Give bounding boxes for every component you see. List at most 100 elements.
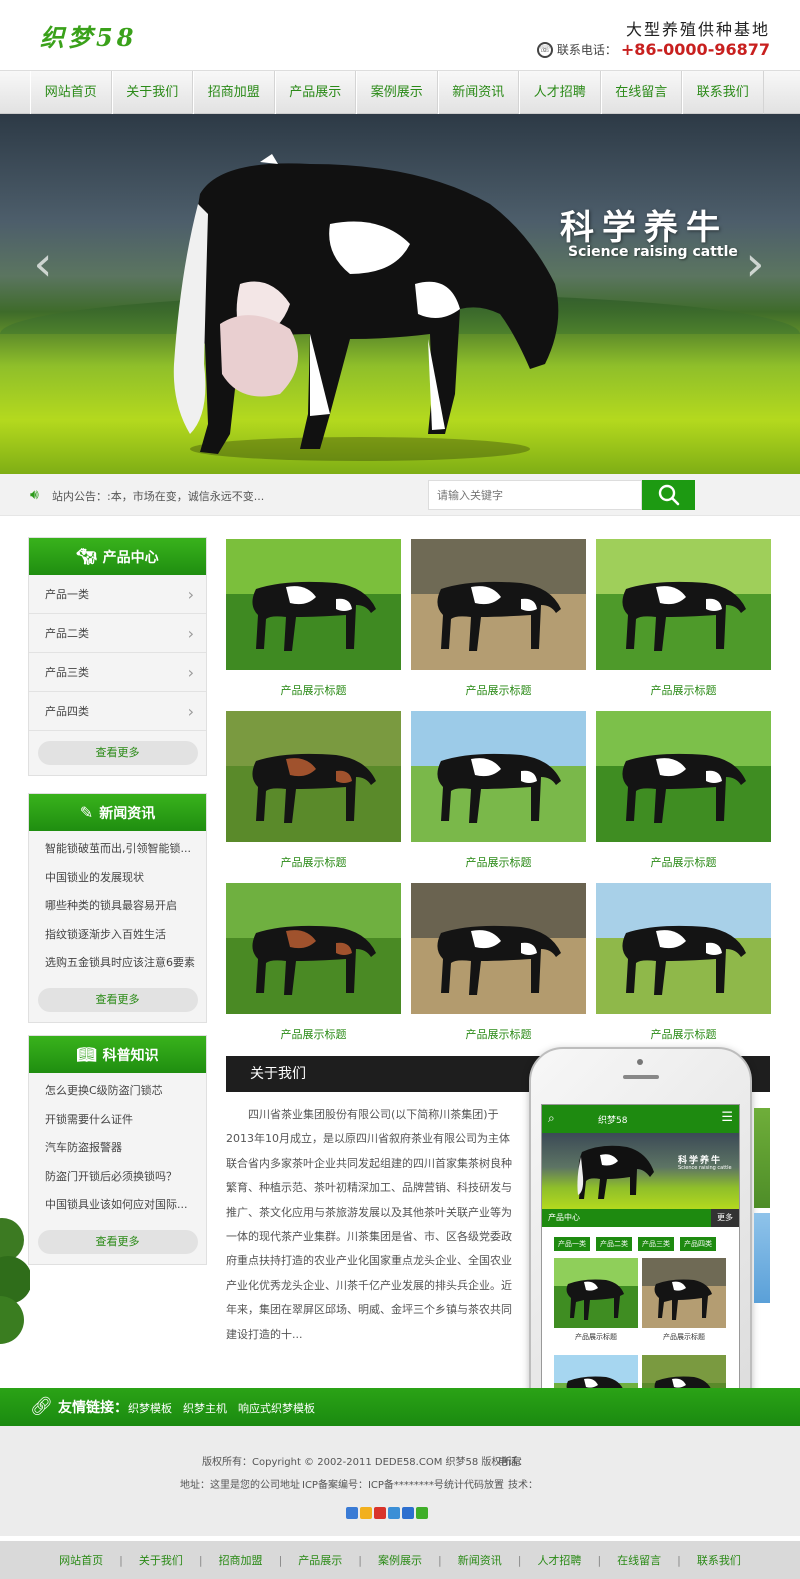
phone-icon: ☏ xyxy=(536,41,553,58)
nav-message[interactable]: 在线留言 xyxy=(600,71,682,115)
footer-nav-item[interactable]: 在线留言 xyxy=(617,1552,661,1568)
category-item[interactable]: 产品三类 › xyxy=(29,653,206,692)
science-link[interactable]: 开锁需要什么证件 xyxy=(29,1106,206,1135)
mobile-more-button[interactable]: 更多 xyxy=(711,1209,739,1227)
notice-text[interactable]: 站内公告：:本，市场在变，诚信永远不变... xyxy=(52,488,264,504)
science-link[interactable]: 中国锁具业该如何应对国际... xyxy=(29,1191,206,1220)
mobile-cat-tab[interactable]: 产品四类 xyxy=(680,1237,716,1251)
product-image[interactable] xyxy=(411,539,586,670)
footer-nav-item[interactable]: 关于我们 xyxy=(139,1552,183,1568)
mobile-cat-tab[interactable]: 产品三类 xyxy=(638,1237,674,1251)
product-caption[interactable]: 产品展示标题 xyxy=(596,682,771,698)
mobile-product-caption[interactable]: 产品展示标题 xyxy=(642,1332,726,1342)
product-card[interactable]: 产品展示标题 xyxy=(596,883,771,1042)
share-plus-icon[interactable] xyxy=(346,1507,358,1519)
product-caption[interactable]: 产品展示标题 xyxy=(596,1026,771,1042)
footer-nav: 网站首页 | 关于我们 | 招商加盟 | 产品展示 | 案例展示 | 新闻资讯 | 人才招聘… xyxy=(0,1541,800,1579)
search-input[interactable] xyxy=(428,480,642,510)
mobile-logo[interactable]: 织梦58 xyxy=(598,1113,627,1126)
banner-next-arrow[interactable]: › xyxy=(740,234,770,294)
product-card[interactable]: 产品展示标题 xyxy=(411,539,586,698)
nav-contact[interactable]: 联系我们 xyxy=(682,71,764,115)
news-link[interactable]: 哪些种类的锁具最容易开启 xyxy=(29,892,206,921)
category-item[interactable]: 产品四类 › xyxy=(29,692,206,731)
footer-nav-item[interactable]: 人才招聘 xyxy=(537,1552,581,1568)
products-more-button[interactable]: 查看更多 xyxy=(37,741,198,765)
share-qzone-icon[interactable] xyxy=(360,1507,372,1519)
news-link[interactable]: 指纹锁逐渐步入百姓生活 xyxy=(29,921,206,950)
product-card[interactable]: 产品展示标题 xyxy=(411,883,586,1042)
product-card[interactable]: 产品展示标题 xyxy=(226,539,401,698)
product-card[interactable]: 产品展示标题 xyxy=(596,711,771,870)
product-card[interactable]: 产品展示标题 xyxy=(411,711,586,870)
footer-nav-separator: | xyxy=(517,1553,522,1567)
product-caption[interactable]: 产品展示标题 xyxy=(226,682,401,698)
friendly-link[interactable]: 织梦模板 xyxy=(128,1400,172,1416)
science-link[interactable]: 汽车防盗报警器 xyxy=(29,1134,206,1163)
footer-nav-item[interactable]: 产品展示 xyxy=(298,1552,342,1568)
nav-about[interactable]: 关于我们 xyxy=(111,71,193,115)
mobile-product-caption[interactable]: 产品展示标题 xyxy=(554,1332,638,1342)
product-caption[interactable]: 产品展示标题 xyxy=(226,1026,401,1042)
nav-jobs[interactable]: 人才招聘 xyxy=(519,71,601,115)
footer-nav-item[interactable]: 网站首页 xyxy=(59,1552,103,1568)
mobile-product-card[interactable]: 产品展示标题 xyxy=(554,1258,638,1342)
product-image[interactable] xyxy=(411,883,586,1014)
science-link[interactable]: 怎么更换C级防盗门锁芯 xyxy=(29,1077,206,1106)
science-link[interactable]: 防盗门开锁后必须换锁吗？ xyxy=(29,1163,206,1192)
banner-cow-image xyxy=(173,154,559,461)
share-weibo-icon[interactable] xyxy=(374,1507,386,1519)
product-caption[interactable]: 产品展示标题 xyxy=(596,854,771,870)
share-tencent-icon[interactable] xyxy=(388,1507,400,1519)
site-logo[interactable]: 织梦58 xyxy=(40,18,137,53)
footer-icp[interactable]: ICP备案编号：ICP备********号 xyxy=(302,1476,444,1491)
footer-nav-item[interactable]: 案例展示 xyxy=(378,1552,422,1568)
product-card[interactable]: 产品展示标题 xyxy=(226,883,401,1042)
nav-products[interactable]: 产品展示 xyxy=(274,71,356,115)
mobile-cat-tab[interactable]: 产品一类 xyxy=(554,1237,590,1251)
friendly-link[interactable]: 织梦主机 xyxy=(183,1400,227,1416)
product-caption[interactable]: 产品展示标题 xyxy=(411,682,586,698)
news-more-button[interactable]: 查看更多 xyxy=(37,987,198,1012)
product-image[interactable] xyxy=(226,539,401,670)
product-image[interactable] xyxy=(226,711,401,842)
chevron-right-icon: › xyxy=(187,702,194,721)
product-card[interactable]: 产品展示标题 xyxy=(226,711,401,870)
footer-nav-separator: | xyxy=(438,1553,442,1567)
mobile-banner-subtitle: Science raising cattle xyxy=(678,1165,732,1171)
mobile-product-image[interactable] xyxy=(554,1258,638,1328)
product-image[interactable] xyxy=(411,711,586,842)
product-image[interactable] xyxy=(596,711,771,842)
product-image[interactable] xyxy=(596,539,771,670)
footer-nav-item[interactable]: 新闻资讯 xyxy=(458,1552,502,1568)
menu-icon[interactable]: ☰ xyxy=(721,1110,733,1125)
banner-prev-arrow[interactable]: ‹ xyxy=(28,234,58,294)
nav-home[interactable]: 网站首页 xyxy=(30,71,112,115)
mobile-product-image[interactable] xyxy=(642,1258,726,1328)
nav-news[interactable]: 新闻资讯 xyxy=(437,71,519,115)
category-item[interactable]: 产品一类 › xyxy=(29,575,206,614)
product-image[interactable] xyxy=(596,883,771,1014)
product-image[interactable] xyxy=(226,883,401,1014)
category-item[interactable]: 产品二类 › xyxy=(29,614,206,653)
nav-franchise[interactable]: 招商加盟 xyxy=(193,71,275,115)
product-caption[interactable]: 产品展示标题 xyxy=(226,854,401,870)
news-link[interactable]: 选购五金锁具时应该注意6要素 xyxy=(29,949,206,978)
science-more-button[interactable]: 查看更多 xyxy=(37,1229,198,1254)
mobile-product-card[interactable]: 产品展示标题 xyxy=(642,1258,726,1342)
news-link[interactable]: 中国锁业的发展现状 xyxy=(29,864,206,893)
friendly-link[interactable]: 响应式织梦模板 xyxy=(238,1400,315,1416)
share-renren-icon[interactable] xyxy=(402,1507,414,1519)
product-caption[interactable]: 产品展示标题 xyxy=(411,854,586,870)
speaker-icon: 🔊︎ xyxy=(30,487,39,503)
mobile-cat-tab[interactable]: 产品二类 xyxy=(596,1237,632,1251)
search-icon[interactable]: ⌕ xyxy=(548,1111,555,1126)
product-card[interactable]: 产品展示标题 xyxy=(596,539,771,698)
share-wechat-icon[interactable] xyxy=(416,1507,428,1519)
product-caption[interactable]: 产品展示标题 xyxy=(411,1026,586,1042)
nav-cases[interactable]: 案例展示 xyxy=(356,71,438,115)
footer-nav-item[interactable]: 联系我们 xyxy=(697,1552,741,1568)
news-link[interactable]: 智能锁破茧而出,引领智能锁... xyxy=(29,835,206,864)
footer-nav-item[interactable]: 招商加盟 xyxy=(219,1552,263,1568)
search-button[interactable] xyxy=(642,480,695,510)
